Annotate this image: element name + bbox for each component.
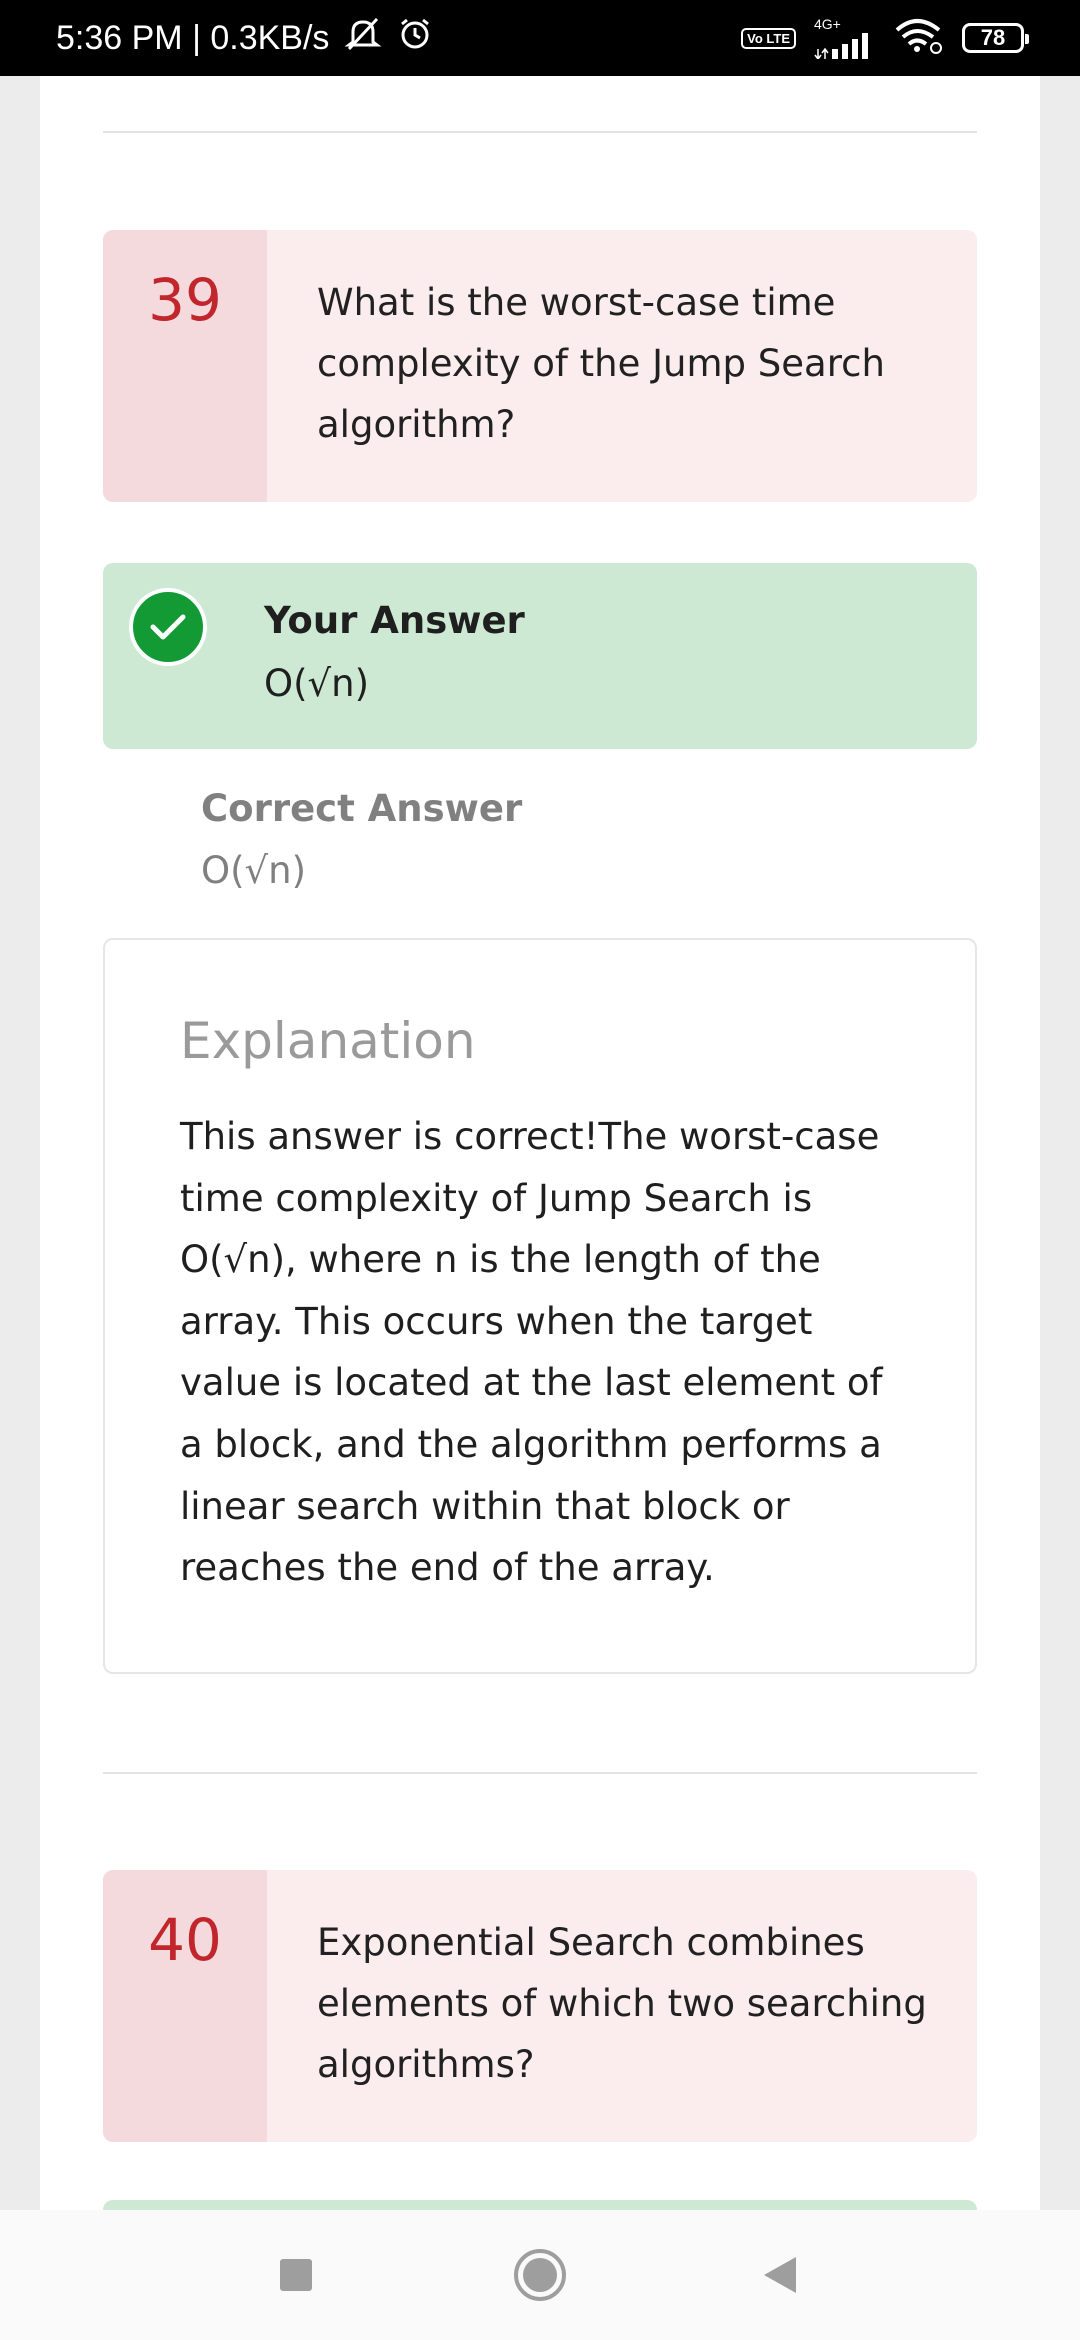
quiz-review-page: 39 What is the worst-case time complexit…	[40, 76, 1040, 2210]
question-text: Exponential Search combines elements of …	[317, 1921, 927, 2086]
divider	[103, 131, 977, 133]
explanation-title: Explanation	[180, 1012, 476, 1070]
status-bar: 5:36 PM | 0.3KB/s Vo LTE 4G+ 78	[0, 0, 1080, 76]
network-type: 4G+	[814, 16, 841, 32]
correct-answer-label: Correct Answer	[201, 787, 523, 830]
next-answer-box-partial	[103, 2200, 977, 2210]
signal-icon: 4G+	[814, 17, 876, 59]
status-left: 5:36 PM | 0.3KB/s	[56, 16, 433, 61]
back-triangle-icon[interactable]	[720, 2210, 840, 2340]
question-text: What is the worst-case time complexity o…	[317, 281, 885, 446]
status-time: 5:36 PM | 0.3KB/s	[56, 18, 330, 57]
your-answer-box: Your Answer O(√n)	[103, 563, 977, 749]
mute-icon	[343, 16, 383, 61]
navigation-bar	[0, 2210, 1080, 2340]
explanation-card: Explanation This answer is correct!The w…	[103, 938, 977, 1674]
checkmark-icon	[129, 588, 207, 666]
explanation-text: This answer is correct!The worst-case ti…	[180, 1115, 883, 1590]
volte-badge: Vo LTE	[741, 27, 796, 49]
battery-level: 78	[980, 25, 1006, 50]
wifi-icon	[894, 18, 944, 59]
question-number: 40	[103, 1870, 267, 2142]
your-answer-label: Your Answer	[264, 599, 525, 642]
question-card: 40 Exponential Search combines elements …	[103, 1870, 977, 2142]
question-number: 39	[103, 230, 267, 502]
status-right: Vo LTE 4G+ 78	[741, 17, 1029, 59]
recents-square-icon[interactable]	[236, 2210, 356, 2340]
your-answer-value: O(√n)	[264, 662, 370, 705]
battery-icon: 78	[962, 23, 1029, 53]
alarm-icon	[397, 16, 433, 61]
divider	[103, 1772, 977, 1774]
home-circle-icon[interactable]	[480, 2210, 600, 2340]
question-card: 39 What is the worst-case time complexit…	[103, 230, 977, 502]
correct-answer-value: O(√n)	[201, 849, 307, 892]
